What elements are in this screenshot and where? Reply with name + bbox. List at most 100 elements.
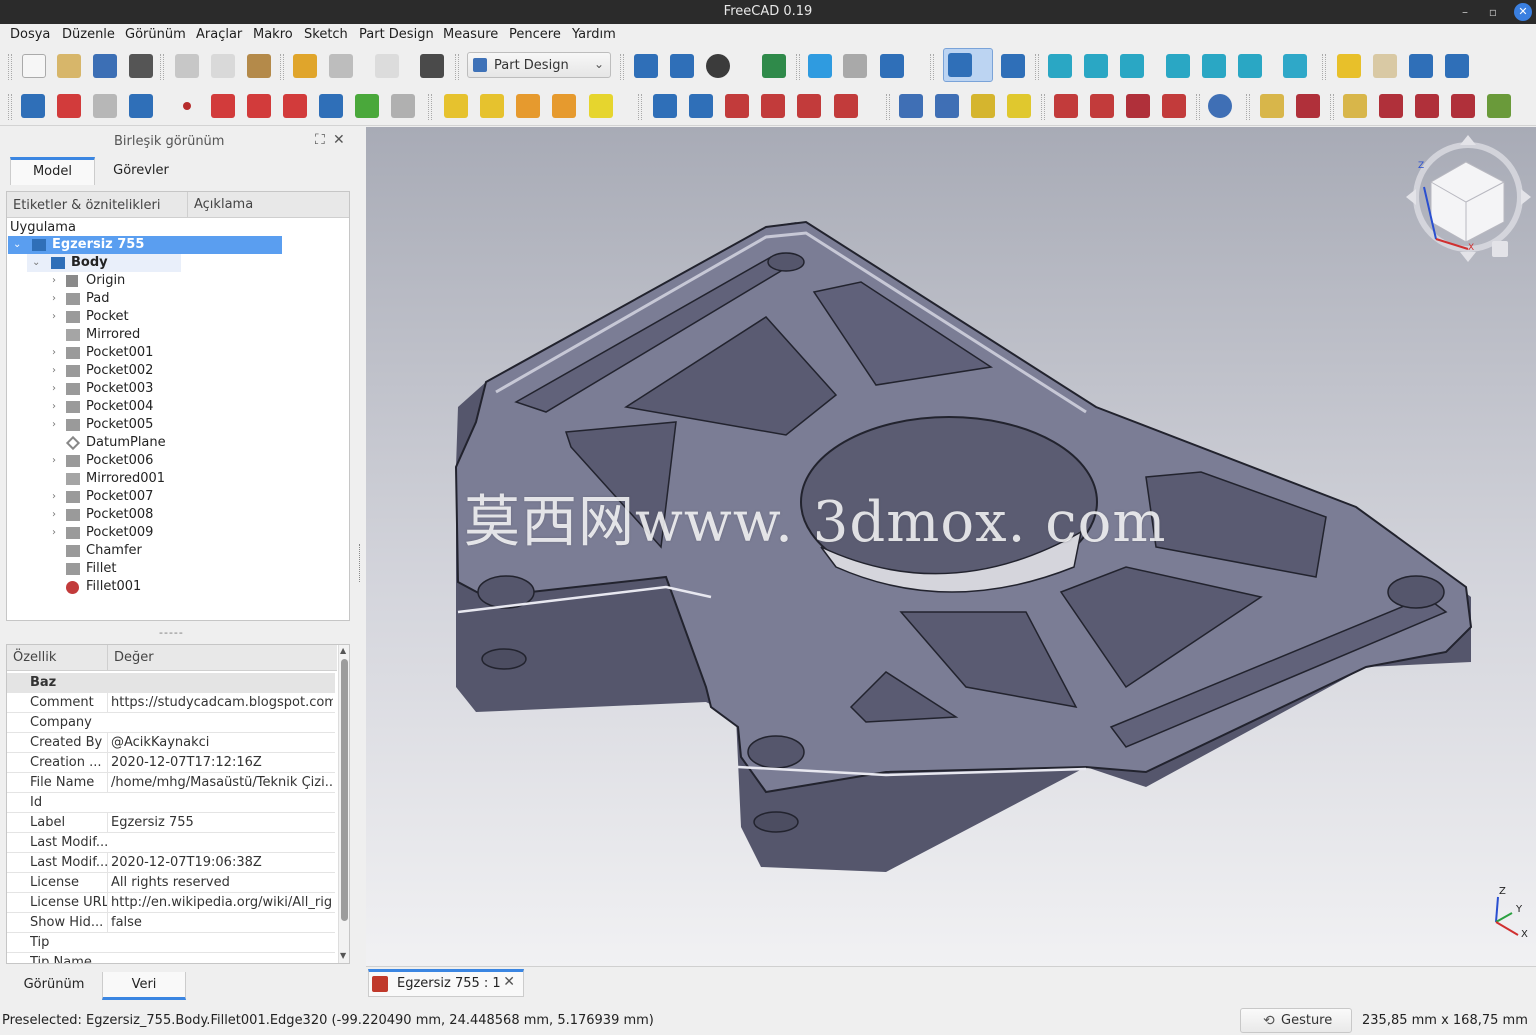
property-value[interactable]: /home/mhg/Masaüstü/Teknik Çizi...: [107, 773, 333, 793]
panel-resize-handle[interactable]: [359, 544, 362, 582]
create-body-icon[interactable]: [21, 94, 45, 118]
property-row[interactable]: File Name/home/mhg/Masaüstü/Teknik Çizi.…: [7, 773, 335, 793]
menu-dosya[interactable]: Dosya: [10, 27, 50, 42]
sprocket-icon[interactable]: [391, 94, 415, 118]
mirrored-icon[interactable]: [899, 94, 923, 118]
expand-arrow-icon[interactable]: ›: [52, 506, 62, 524]
group-icon[interactable]: [1373, 54, 1397, 78]
tab-gorunum[interactable]: Görünüm: [6, 972, 102, 1000]
back-icon[interactable]: [808, 54, 832, 78]
measure-toggle-3d-icon[interactable]: [1451, 94, 1475, 118]
chamfer-icon[interactable]: [1090, 94, 1114, 118]
new-file-icon[interactable]: [22, 54, 46, 78]
property-row[interactable]: License All rights reserved: [7, 873, 335, 893]
create-sketch-icon[interactable]: [57, 94, 81, 118]
property-row[interactable]: Last Modif... 2020-12-07T19:06:38Z: [7, 853, 335, 873]
open-file-icon[interactable]: [57, 54, 81, 78]
document-tab[interactable]: Egzersiz 755 : 1 ✕: [368, 969, 524, 997]
front-view-icon[interactable]: [1048, 54, 1072, 78]
forward-icon[interactable]: [843, 54, 867, 78]
measure-refresh-icon[interactable]: [1343, 94, 1367, 118]
close-tab-icon[interactable]: ✕: [503, 974, 515, 990]
save-icon[interactable]: [93, 54, 117, 78]
fit-all-icon[interactable]: [634, 54, 658, 78]
property-header-value[interactable]: Değer: [107, 645, 337, 671]
undo-icon[interactable]: [293, 54, 317, 78]
cut-icon[interactable]: [175, 54, 199, 78]
subtractive-primitive-icon[interactable]: [834, 94, 858, 118]
scroll-up-icon[interactable]: ▲: [340, 646, 346, 655]
navigation-style-button[interactable]: ⟲ Gesture: [1240, 1008, 1352, 1033]
expand-arrow-icon[interactable]: ›: [52, 290, 62, 308]
expand-arrow-icon[interactable]: ›: [52, 452, 62, 470]
expand-arrow-icon[interactable]: ›: [52, 488, 62, 506]
subtractive-loft-icon[interactable]: [761, 94, 785, 118]
property-scrollbar[interactable]: ▲ ▼: [338, 645, 349, 963]
scroll-down-icon[interactable]: ▼: [340, 951, 346, 960]
property-value[interactable]: http://en.wikipedia.org/wiki/All_rig...: [107, 893, 333, 913]
multitransform-icon[interactable]: [1007, 94, 1031, 118]
additive-pipe-icon[interactable]: [552, 94, 576, 118]
property-row[interactable]: Company: [7, 713, 335, 733]
minimize-button[interactable]: –: [1456, 3, 1474, 21]
left-view-icon[interactable]: [1238, 54, 1262, 78]
datum-line-icon[interactable]: [211, 94, 235, 118]
clone-icon[interactable]: [355, 94, 379, 118]
tab-gorevler[interactable]: Görevler: [98, 157, 184, 185]
polar-pattern-icon[interactable]: [971, 94, 995, 118]
draw-style-icon[interactable]: [706, 54, 730, 78]
redo-icon[interactable]: [329, 54, 353, 78]
subtractive-pipe-icon[interactable]: [797, 94, 821, 118]
property-row[interactable]: Tip Name: [7, 953, 335, 963]
tree-header-labels[interactable]: Etiketler & öznitelikleri: [13, 198, 160, 213]
top-view-icon[interactable]: [1084, 54, 1108, 78]
property-value[interactable]: All rights reserved: [107, 873, 333, 893]
datum-point-icon[interactable]: [183, 102, 191, 110]
boolean-icon[interactable]: [1208, 94, 1232, 118]
float-panel-icon[interactable]: ⛶: [315, 132, 325, 148]
menu-yardim[interactable]: Yardım: [572, 27, 616, 42]
fillet-icon[interactable]: [1054, 94, 1078, 118]
hole-icon[interactable]: [689, 94, 713, 118]
refresh-icon[interactable]: [375, 54, 399, 78]
scrollbar-thumb[interactable]: [341, 659, 348, 921]
expand-arrow-icon[interactable]: ›: [52, 524, 62, 542]
whats-this-icon[interactable]: [420, 54, 444, 78]
close-window-button[interactable]: ✕: [1514, 3, 1532, 21]
paste-icon[interactable]: [247, 54, 271, 78]
property-row[interactable]: Label Egzersiz 755: [7, 813, 335, 833]
draft-icon[interactable]: [1126, 94, 1150, 118]
isometric-icon[interactable]: [1001, 54, 1025, 78]
measure-linear-icon[interactable]: [1260, 94, 1284, 118]
menu-sketch[interactable]: Sketch: [304, 27, 348, 42]
menu-gorunum[interactable]: Görünüm: [125, 27, 186, 42]
property-row[interactable]: Show Hid... false: [7, 913, 335, 933]
tab-veri[interactable]: Veri: [102, 972, 186, 1000]
tree-item-body[interactable]: ⌄ Body: [27, 254, 181, 272]
local-cs-icon[interactable]: [283, 94, 307, 118]
property-value[interactable]: https://studycadcam.blogspot.com/: [107, 693, 333, 713]
property-value[interactable]: false: [107, 913, 333, 933]
part-icon[interactable]: [1337, 54, 1361, 78]
print-icon[interactable]: [129, 54, 153, 78]
panel-splitter[interactable]: -----: [159, 626, 184, 639]
property-group-baz[interactable]: Baz: [7, 673, 335, 693]
copy-icon[interactable]: [211, 54, 235, 78]
bottom-view-icon[interactable]: [1202, 54, 1226, 78]
property-row[interactable]: Last Modif...: [7, 833, 335, 853]
expand-arrow-icon[interactable]: ›: [52, 308, 62, 326]
property-value[interactable]: 2020-12-07T19:06:38Z: [107, 853, 333, 873]
groove-icon[interactable]: [725, 94, 749, 118]
tab-model[interactable]: Model: [10, 157, 95, 185]
measure-clear-icon[interactable]: [1379, 94, 1403, 118]
shape-binder-icon[interactable]: [129, 94, 153, 118]
tree-header-description[interactable]: Açıklama: [187, 192, 253, 218]
menu-duzenle[interactable]: Düzenle: [62, 27, 115, 42]
pocket-icon[interactable]: [653, 94, 677, 118]
property-value[interactable]: 2020-12-07T17:12:16Z: [107, 753, 333, 773]
property-row[interactable]: Comment https://studycadcam.blogspot.com/: [7, 693, 335, 713]
right-view-icon[interactable]: [1120, 54, 1144, 78]
menu-part-design[interactable]: Part Design: [359, 27, 434, 42]
link-actions-icon[interactable]: [1445, 54, 1469, 78]
menu-pencere[interactable]: Pencere: [509, 27, 561, 42]
